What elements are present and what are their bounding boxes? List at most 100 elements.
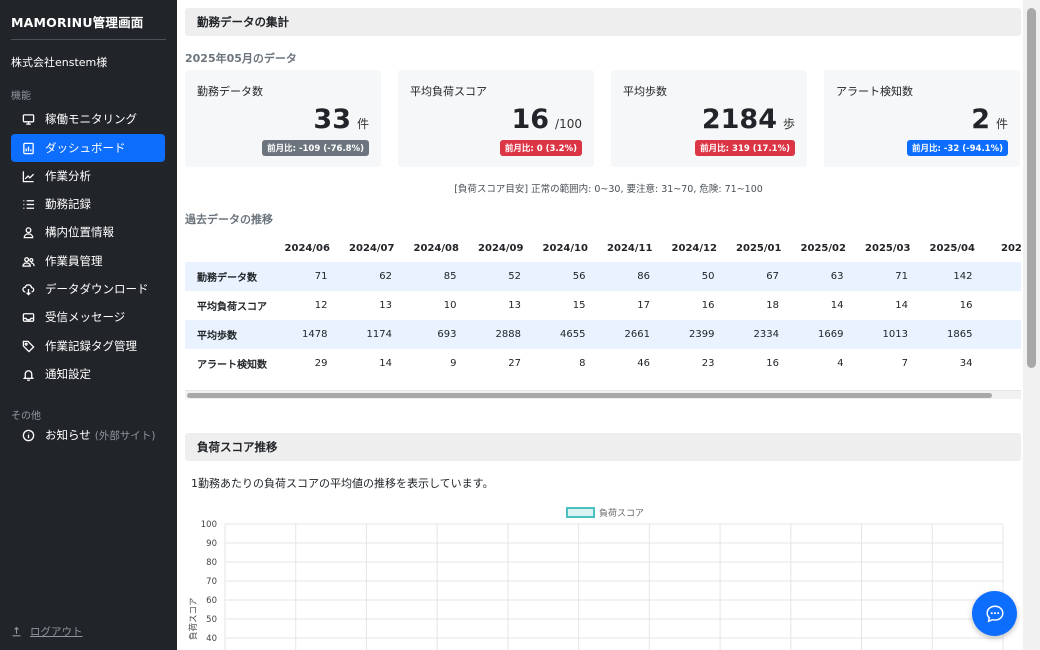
logout-icon	[12, 626, 21, 637]
y-tick-label: 100	[201, 520, 217, 530]
section-label-functions: 機能	[11, 91, 31, 102]
load-score-chart: 負荷スコア 100 90 80 70 60 50 40 負荷スコア	[188, 507, 1004, 650]
card-title: 平均負荷スコア	[410, 85, 487, 98]
card-unit: 件	[356, 117, 369, 131]
table-cell: 52	[468, 262, 533, 291]
table-cell: 2399	[662, 320, 727, 349]
table-row-label: アラート検知数	[197, 360, 267, 371]
sidebar-item-label: データダウンロード	[45, 282, 149, 296]
table-cell: 85	[404, 262, 469, 291]
sidebar-item-dashboard[interactable]: ダッシュボード	[11, 134, 165, 162]
brand-divider	[11, 39, 166, 40]
table-column-header: 2024/08	[413, 242, 459, 254]
table-cell: 1013	[855, 320, 920, 349]
card-title: アラート検知数	[836, 85, 913, 98]
history-title: 過去データの推移	[185, 213, 273, 226]
table-column-header: 2024/06	[284, 242, 330, 254]
sidebar-item-label: 構内位置情報	[45, 225, 114, 239]
card-value: 2 件	[971, 104, 1008, 135]
sidebar-item-monitoring[interactable]: 稼働モニタリング	[11, 105, 165, 133]
card-title: 勤務データ数	[197, 85, 263, 98]
table-cell: 16	[701, 300, 715, 311]
sidebar-item-label: お知らせ	[45, 428, 91, 442]
table-horizontal-scrollbar[interactable]	[185, 390, 1021, 399]
card-value: 33 件	[313, 104, 369, 135]
card-alert-count: アラート検知数 2 件 前月比: -32 (-94.1%)	[824, 70, 1020, 167]
card-unit: 歩	[782, 117, 795, 131]
table-cell: 4	[837, 358, 844, 369]
table-cell: 12	[314, 300, 328, 311]
table-cell: 13	[508, 300, 521, 311]
logout-link[interactable]: ログアウト	[11, 624, 83, 639]
sidebar-item-notification-settings[interactable]: 通知設定	[11, 360, 165, 388]
chart-line-icon	[22, 170, 35, 183]
card-number: 33	[313, 104, 351, 135]
table-cell: 71	[275, 262, 340, 291]
dashboard-icon	[22, 142, 35, 155]
table-cell: 86	[597, 262, 662, 291]
table-cell: 62	[339, 262, 404, 291]
brand-title: MAMORINU管理画面	[11, 15, 144, 30]
table-column-header: 2024/07	[349, 242, 395, 254]
info-icon	[22, 429, 35, 442]
sidebar-item-work-analysis[interactable]: 作業分析	[11, 162, 165, 190]
sidebar-item-work-records[interactable]: 勤務記録	[11, 190, 165, 218]
scrollbar-thumb[interactable]	[1027, 8, 1036, 368]
sidebar-item-tags[interactable]: 作業記録タグ管理	[11, 332, 165, 360]
y-tick-label: 60	[206, 596, 217, 606]
scrollbar-thumb[interactable]	[187, 393, 992, 398]
card-average-steps: 平均歩数 2184 歩 前月比: 319 (17.1%)	[611, 70, 807, 167]
history-table: 2024/06 2024/07 2024/08 2024/09 2024/10 2024/…	[185, 234, 1021, 378]
sidebar: MAMORINU管理画面 株式会社enstem様 機能 稼働モニタリング ダッシ…	[0, 0, 177, 650]
table-column-header: 2024/09	[478, 242, 524, 254]
chat-bubble-icon	[985, 604, 1004, 623]
table-cell: 56	[533, 262, 598, 291]
change-badge: 前月比: -32 (-94.1%)	[907, 140, 1008, 156]
person-pin-icon	[22, 226, 35, 239]
sidebar-item-label: 受信メッセージ	[45, 310, 126, 324]
sidebar-item-label: 作業記録タグ管理	[45, 339, 137, 353]
sidebar-item-location[interactable]: 構内位置情報	[11, 218, 165, 246]
page-vertical-scrollbar[interactable]	[1023, 0, 1040, 650]
table-cell: 71	[855, 262, 920, 291]
sidebar-item-workers[interactable]: 作業員管理	[11, 247, 165, 275]
table-column-header: 2025/	[1001, 242, 1021, 254]
table-cell: 1174	[339, 320, 404, 349]
sidebar-item-label: 稼働モニタリング	[45, 112, 137, 126]
table-cell: 14	[830, 300, 844, 311]
table-cell: 693	[404, 320, 469, 349]
sidebar-item-messages[interactable]: 受信メッセージ	[11, 303, 165, 331]
legend-label: 負荷スコア	[599, 507, 644, 519]
card-value: 16 /100	[511, 104, 582, 135]
sidebar-item-label: 勤務記録	[45, 197, 91, 211]
table-cell: 34	[959, 358, 973, 369]
sidebar-item-data-download[interactable]: データダウンロード	[11, 275, 165, 303]
table-cell: 46	[637, 358, 650, 369]
table-cell	[984, 262, 1021, 291]
change-badge: 前月比: -109 (-76.8%)	[262, 140, 369, 156]
table-row: 勤務データ数 71 62 85 52 56 86 50 67 63 71 142	[185, 262, 1021, 291]
table-column-header: 2024/12	[671, 242, 717, 254]
card-unit: 件	[995, 117, 1008, 131]
monitor-icon	[22, 113, 35, 126]
table-cell: 14	[895, 300, 908, 311]
table-cell: 15	[572, 300, 586, 311]
legend-swatch	[566, 507, 595, 518]
chat-button[interactable]	[972, 591, 1017, 636]
table-cell: 4655	[533, 320, 598, 349]
change-badge: 前月比: 0 (3.2%)	[499, 140, 582, 156]
table-cell: 9	[450, 358, 457, 369]
y-tick-label: 70	[206, 577, 217, 587]
history-table-wrapper[interactable]: 2024/06 2024/07 2024/08 2024/09 2024/10 2024/…	[185, 234, 1021, 399]
y-tick-label: 90	[206, 539, 217, 549]
table-column-header: 2024/11	[607, 242, 653, 254]
sidebar-item-news[interactable]: お知らせ (外部サイト)	[11, 421, 165, 449]
load-chart-description: 1勤務あたりの負荷スコアの平均値の推移を表示しています。	[191, 477, 494, 490]
company-name: 株式会社enstem様	[11, 56, 108, 69]
sidebar-item-label: ダッシュボード	[45, 141, 126, 155]
section-label-other: その他	[11, 411, 41, 422]
table-row: アラート検知数 29 14 9 27 8 46 23 16 4 7 34	[185, 349, 1021, 378]
card-number: 2	[971, 104, 990, 135]
table-row-label: 平均負荷スコア	[197, 302, 267, 313]
sidebar-item-label: 通知設定	[45, 367, 91, 381]
